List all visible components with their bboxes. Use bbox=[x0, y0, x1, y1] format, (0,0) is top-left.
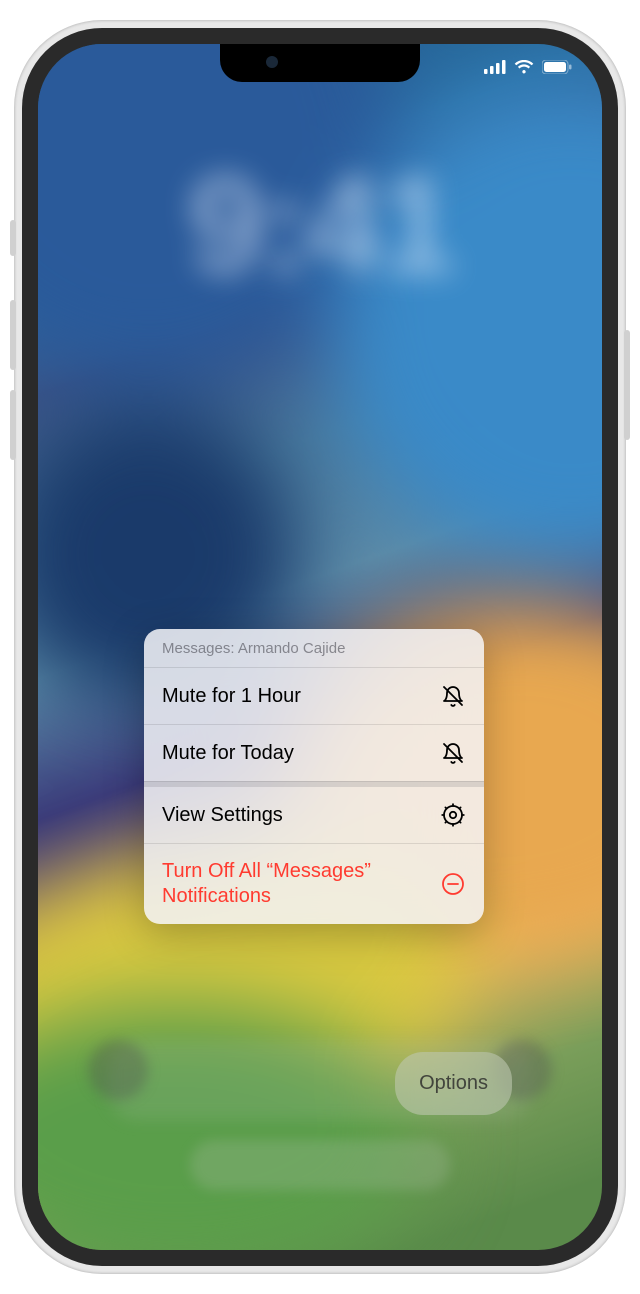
battery-icon bbox=[542, 60, 572, 74]
view-settings-item[interactable]: View Settings bbox=[144, 781, 484, 844]
options-button[interactable]: Options bbox=[395, 1052, 512, 1115]
wifi-icon bbox=[514, 60, 534, 74]
status-bar bbox=[484, 60, 572, 74]
options-label: Options bbox=[419, 1072, 488, 1094]
power-button[interactable] bbox=[624, 330, 630, 440]
bell-slash-icon bbox=[440, 740, 466, 766]
lock-time: 9:41 bbox=[38, 144, 602, 306]
cellular-icon bbox=[484, 60, 506, 74]
lock-screen: 9:41 Messages: Armando Cajide bbox=[38, 44, 602, 1250]
volume-down-button[interactable] bbox=[10, 390, 16, 460]
gear-icon bbox=[440, 802, 466, 828]
menu-item-label: Mute for 1 Hour bbox=[162, 684, 440, 709]
flashlight-button-blur bbox=[88, 1040, 148, 1100]
phone-frame: 9:41 Messages: Armando Cajide bbox=[14, 20, 626, 1274]
turn-off-all-item[interactable]: Turn Off All “Messages” Notifications bbox=[144, 844, 484, 924]
bell-slash-icon bbox=[440, 683, 466, 709]
minus-circle-icon bbox=[440, 871, 466, 897]
menu-item-label: Turn Off All “Messages” Notifications bbox=[162, 859, 440, 909]
phone-bezel: 9:41 Messages: Armando Cajide bbox=[22, 28, 618, 1266]
menu-header: Messages: Armando Cajide bbox=[144, 629, 484, 668]
silence-switch[interactable] bbox=[10, 220, 16, 256]
notification-options-menu: Messages: Armando Cajide Mute for 1 Hour… bbox=[144, 629, 484, 924]
mute-today-item[interactable]: Mute for Today bbox=[144, 725, 484, 782]
swipe-hint-blur bbox=[190, 1140, 450, 1190]
lock-clock: 9:41 bbox=[38, 164, 602, 306]
mute-1-hour-item[interactable]: Mute for 1 Hour bbox=[144, 668, 484, 725]
menu-item-label: View Settings bbox=[162, 803, 440, 828]
menu-item-label: Mute for Today bbox=[162, 741, 440, 766]
notch bbox=[220, 44, 420, 82]
volume-up-button[interactable] bbox=[10, 300, 16, 370]
